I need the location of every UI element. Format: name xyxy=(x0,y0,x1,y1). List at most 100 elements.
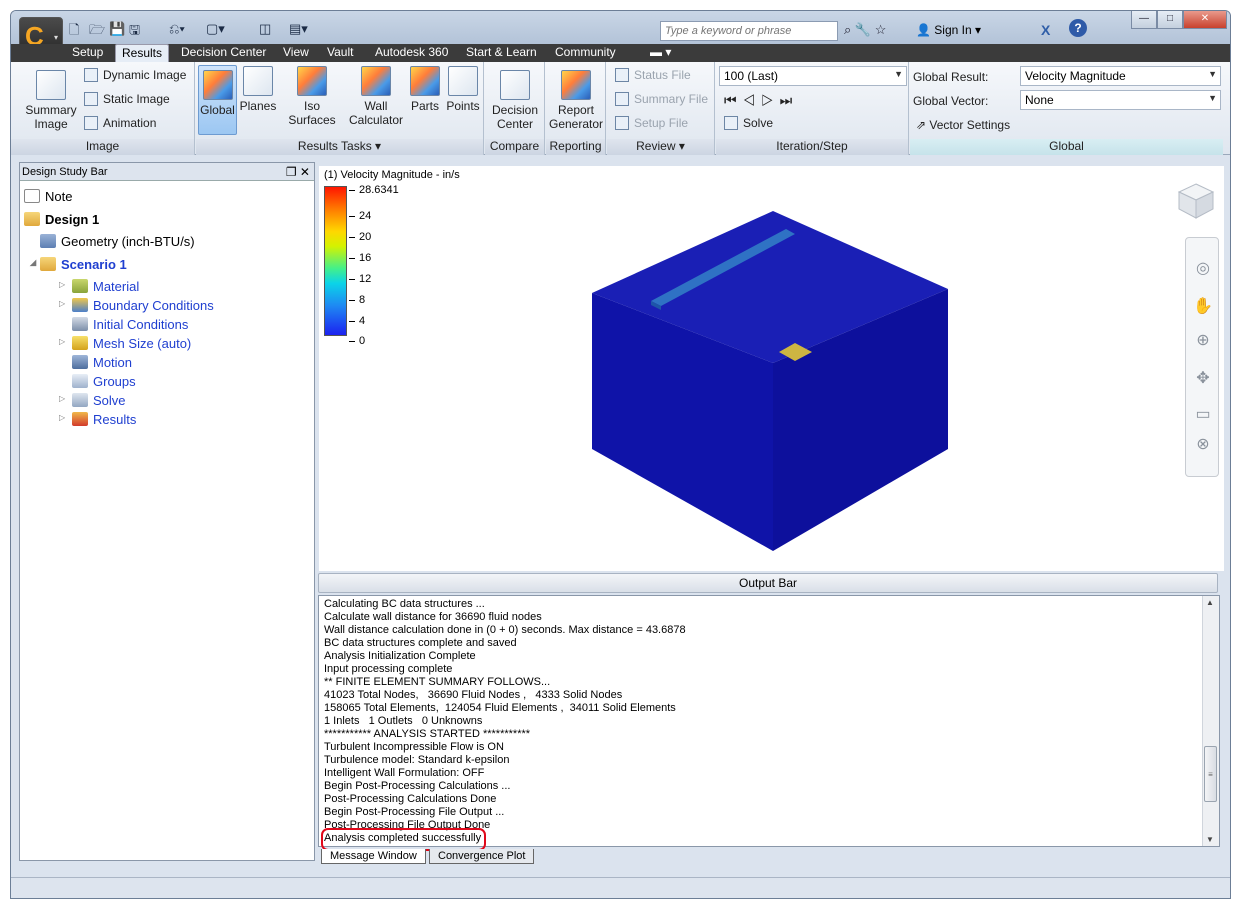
save-as-icon[interactable]: 🖫 xyxy=(129,21,140,43)
tab-message-window[interactable]: Message Window xyxy=(321,849,426,864)
scrollbar-thumb[interactable]: ≡ xyxy=(1204,746,1217,802)
previous-step-icon[interactable]: ◁ xyxy=(743,92,762,108)
dynamic-image-label: Dynamic Image xyxy=(103,68,187,82)
setup-file-button[interactable]: Setup File xyxy=(615,116,688,130)
animation-button[interactable]: Animation xyxy=(84,116,156,130)
maximize-button[interactable]: □ xyxy=(1157,11,1183,29)
decision-center-label-2: Center xyxy=(496,117,534,131)
wall-calculator-button[interactable]: Wall Calculator xyxy=(348,66,404,127)
undo-icon[interactable]: ⎌▾ xyxy=(169,21,185,37)
global-result-value: Velocity Magnitude xyxy=(1025,69,1126,83)
ribbon-display-icon[interactable]: ▬ ▾ xyxy=(644,44,677,62)
model-box[interactable] xyxy=(589,206,959,566)
expand-icon[interactable]: ▷ xyxy=(59,280,65,289)
layout-icon[interactable]: ▤▾ xyxy=(289,21,308,37)
panel-controls[interactable]: ❐ ✕ xyxy=(286,163,310,181)
vector-settings-label: Vector Settings xyxy=(929,118,1011,132)
panel-review-title[interactable]: Review ▾ xyxy=(607,139,714,155)
expand-icon[interactable]: ▷ xyxy=(59,337,65,346)
showmotion-icon[interactable]: ⊗ xyxy=(1192,434,1214,456)
tree-item-design[interactable]: Design 1 xyxy=(24,212,99,227)
decision-center-button[interactable]: Decision Center xyxy=(488,70,542,131)
legend-tick-max: 28.6341 xyxy=(349,184,399,196)
view-icon[interactable]: ▢▾ xyxy=(206,21,225,37)
star-icon[interactable]: ☆ xyxy=(875,22,887,37)
graphics-viewport[interactable]: (1) Velocity Magnitude - in/s 28.6341 24… xyxy=(319,166,1224,571)
vector-settings-button[interactable]: ⇗ Vector Settings xyxy=(916,118,1010,132)
summary-file-button[interactable]: Summary File xyxy=(615,92,708,106)
minimize-button[interactable]: — xyxy=(1131,11,1157,29)
pan-icon[interactable]: ✋ xyxy=(1192,296,1214,318)
global-button[interactable]: Global xyxy=(198,65,237,135)
next-step-icon[interactable]: ▷ xyxy=(761,92,780,108)
scroll-down-icon[interactable]: ▼ xyxy=(1206,835,1214,844)
first-step-icon[interactable]: ⏮ xyxy=(724,92,743,108)
iso-surfaces-icon xyxy=(297,66,327,96)
tree-item-motion[interactable]: Motion xyxy=(72,355,132,370)
tree-item-solve[interactable]: ▷ Solve xyxy=(59,393,126,408)
tab-start-learn[interactable]: Start & Learn xyxy=(460,44,543,62)
tree-item-scenario[interactable]: ◢ Scenario 1 xyxy=(30,257,127,272)
status-file-button[interactable]: Status File xyxy=(615,68,691,82)
panel-results-tasks-title[interactable]: Results Tasks ▾ xyxy=(196,139,483,155)
parts-button[interactable]: Parts xyxy=(408,66,442,113)
new-file-icon[interactable]: 🗋 xyxy=(69,21,79,43)
vertical-scrollbar[interactable]: ▲ ≡ ▼ xyxy=(1202,596,1219,846)
tab-vault[interactable]: Vault xyxy=(321,44,359,62)
planes-button[interactable]: Planes xyxy=(239,66,277,113)
last-step-icon[interactable]: ⏭ xyxy=(780,92,799,108)
log-line: Analysis Initialization Complete xyxy=(324,650,476,662)
tab-setup[interactable]: Setup xyxy=(66,44,109,62)
scroll-up-icon[interactable]: ▲ xyxy=(1206,598,1214,607)
static-image-button[interactable]: Static Image xyxy=(84,92,170,106)
global-result-select[interactable]: Velocity Magnitude ▼ xyxy=(1020,66,1221,86)
tab-convergence-plot[interactable]: Convergence Plot xyxy=(429,849,535,864)
tab-decision-center[interactable]: Decision Center xyxy=(175,44,272,62)
iso-surfaces-button[interactable]: Iso Surfaces xyxy=(279,66,345,127)
look-at-icon[interactable]: ▭ xyxy=(1192,404,1214,426)
highlight-circle xyxy=(321,828,486,851)
legend-tick: 8 xyxy=(348,294,366,306)
tree-item-mesh-size[interactable]: ▷ Mesh Size (auto) xyxy=(59,336,191,351)
expand-icon[interactable]: ▷ xyxy=(59,394,65,403)
tab-community[interactable]: Community xyxy=(549,44,622,62)
tree-item-initial-conditions[interactable]: Initial Conditions xyxy=(72,317,188,332)
zoom-icon[interactable]: ⊕ xyxy=(1192,330,1214,352)
wrench-icon[interactable]: 🔧 xyxy=(855,22,871,37)
iteration-select[interactable]: 100 (Last) ▼ xyxy=(719,66,907,86)
steering-wheel-icon[interactable]: ◎ xyxy=(1192,258,1214,280)
panel-icon[interactable]: ◫ xyxy=(259,21,271,37)
orbit-icon[interactable]: ✥ xyxy=(1192,368,1214,390)
points-button[interactable]: Points xyxy=(444,66,482,113)
dynamic-image-button[interactable]: Dynamic Image xyxy=(84,68,186,82)
expand-icon[interactable]: ▷ xyxy=(59,299,65,308)
tree-item-boundary-conditions[interactable]: ▷ Boundary Conditions xyxy=(59,298,214,313)
close-button[interactable]: ✕ xyxy=(1183,11,1227,29)
tree-item-material[interactable]: ▷ Material xyxy=(59,279,139,294)
output-bar-header[interactable]: Output Bar xyxy=(318,573,1218,593)
tree-item-groups[interactable]: Groups xyxy=(72,374,136,389)
tab-autodesk-360[interactable]: Autodesk 360 xyxy=(369,44,454,62)
viewcube-icon[interactable] xyxy=(1176,181,1216,221)
open-file-icon[interactable]: 🗁 xyxy=(89,21,105,43)
tab-results[interactable]: Results xyxy=(115,44,170,62)
report-generator-button[interactable]: Report Generator xyxy=(548,70,604,131)
tree-item-results[interactable]: ▷ Results xyxy=(59,412,136,427)
panel-reporting-title: Reporting xyxy=(546,139,605,155)
search-input[interactable] xyxy=(660,21,838,41)
global-vector-select[interactable]: None ▼ xyxy=(1020,90,1221,110)
save-icon[interactable]: 💾 xyxy=(109,21,125,37)
animation-icon xyxy=(84,116,98,130)
help-icon[interactable]: ? xyxy=(1069,19,1087,37)
tree-item-geometry[interactable]: Geometry (inch-BTU/s) xyxy=(40,234,195,249)
expand-icon[interactable]: ▷ xyxy=(59,413,65,422)
collapse-icon[interactable]: ◢ xyxy=(30,258,36,267)
tab-view[interactable]: View xyxy=(277,44,315,62)
sign-in-button[interactable]: 👤 Sign In ▾ xyxy=(916,23,981,37)
solve-tree-icon xyxy=(72,393,88,407)
tree-item-note[interactable]: Note xyxy=(24,189,72,204)
summary-image-button[interactable]: Summary Image xyxy=(23,70,79,131)
solve-button[interactable]: Solve xyxy=(724,116,773,130)
exchange-x-icon[interactable]: X xyxy=(1041,22,1050,38)
binoculars-icon[interactable]: ⌕ xyxy=(844,22,851,37)
